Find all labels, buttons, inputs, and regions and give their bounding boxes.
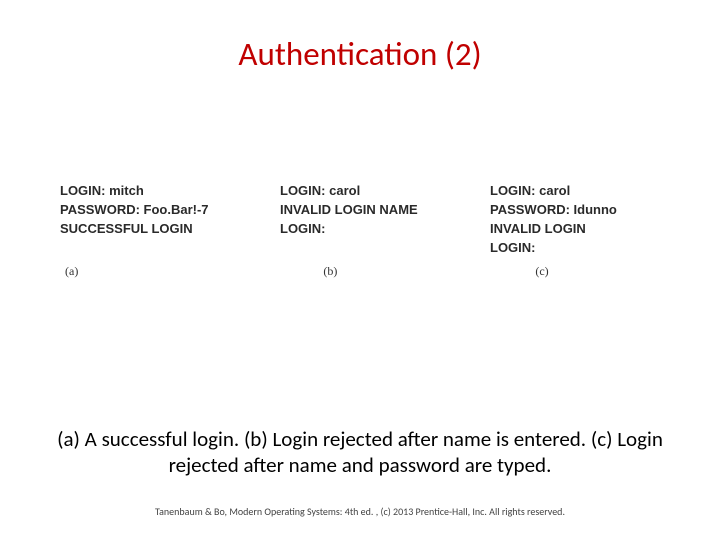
panel-b: LOGIN: carol INVALID LOGIN NAME LOGIN:: [280, 182, 480, 257]
terminal-examples: LOGIN: mitch PASSWORD: Foo.Bar!-7 SUCCES…: [0, 182, 720, 257]
slide-title: Authentication (2): [0, 0, 720, 74]
panel-c-line4: LOGIN:: [490, 239, 660, 258]
copyright-footer: Tanenbaum & Bo, Modern Operating Systems…: [0, 505, 720, 518]
panel-b-line3: LOGIN:: [280, 220, 480, 239]
panel-a-line2: PASSWORD: Foo.Bar!-7: [60, 201, 270, 220]
panel-c-line1: LOGIN: carol: [490, 182, 660, 201]
panel-a-line1: LOGIN: mitch: [60, 182, 270, 201]
label-c: (c): [535, 264, 548, 279]
label-b: (b): [323, 264, 337, 279]
panel-c: LOGIN: carol PASSWORD: Idunno INVALID LO…: [490, 182, 660, 257]
panel-b-line2: INVALID LOGIN NAME: [280, 201, 480, 220]
panel-labels: (a) (b) (c): [0, 264, 720, 279]
figure-caption: (a) A successful login. (b) Login reject…: [0, 426, 720, 479]
panel-a-line3: SUCCESSFUL LOGIN: [60, 220, 270, 239]
panel-a: LOGIN: mitch PASSWORD: Foo.Bar!-7 SUCCES…: [60, 182, 270, 257]
panel-c-line3: INVALID LOGIN: [490, 220, 660, 239]
label-a: (a): [65, 264, 78, 279]
panel-c-line2: PASSWORD: Idunno: [490, 201, 660, 220]
panel-b-line1: LOGIN: carol: [280, 182, 480, 201]
